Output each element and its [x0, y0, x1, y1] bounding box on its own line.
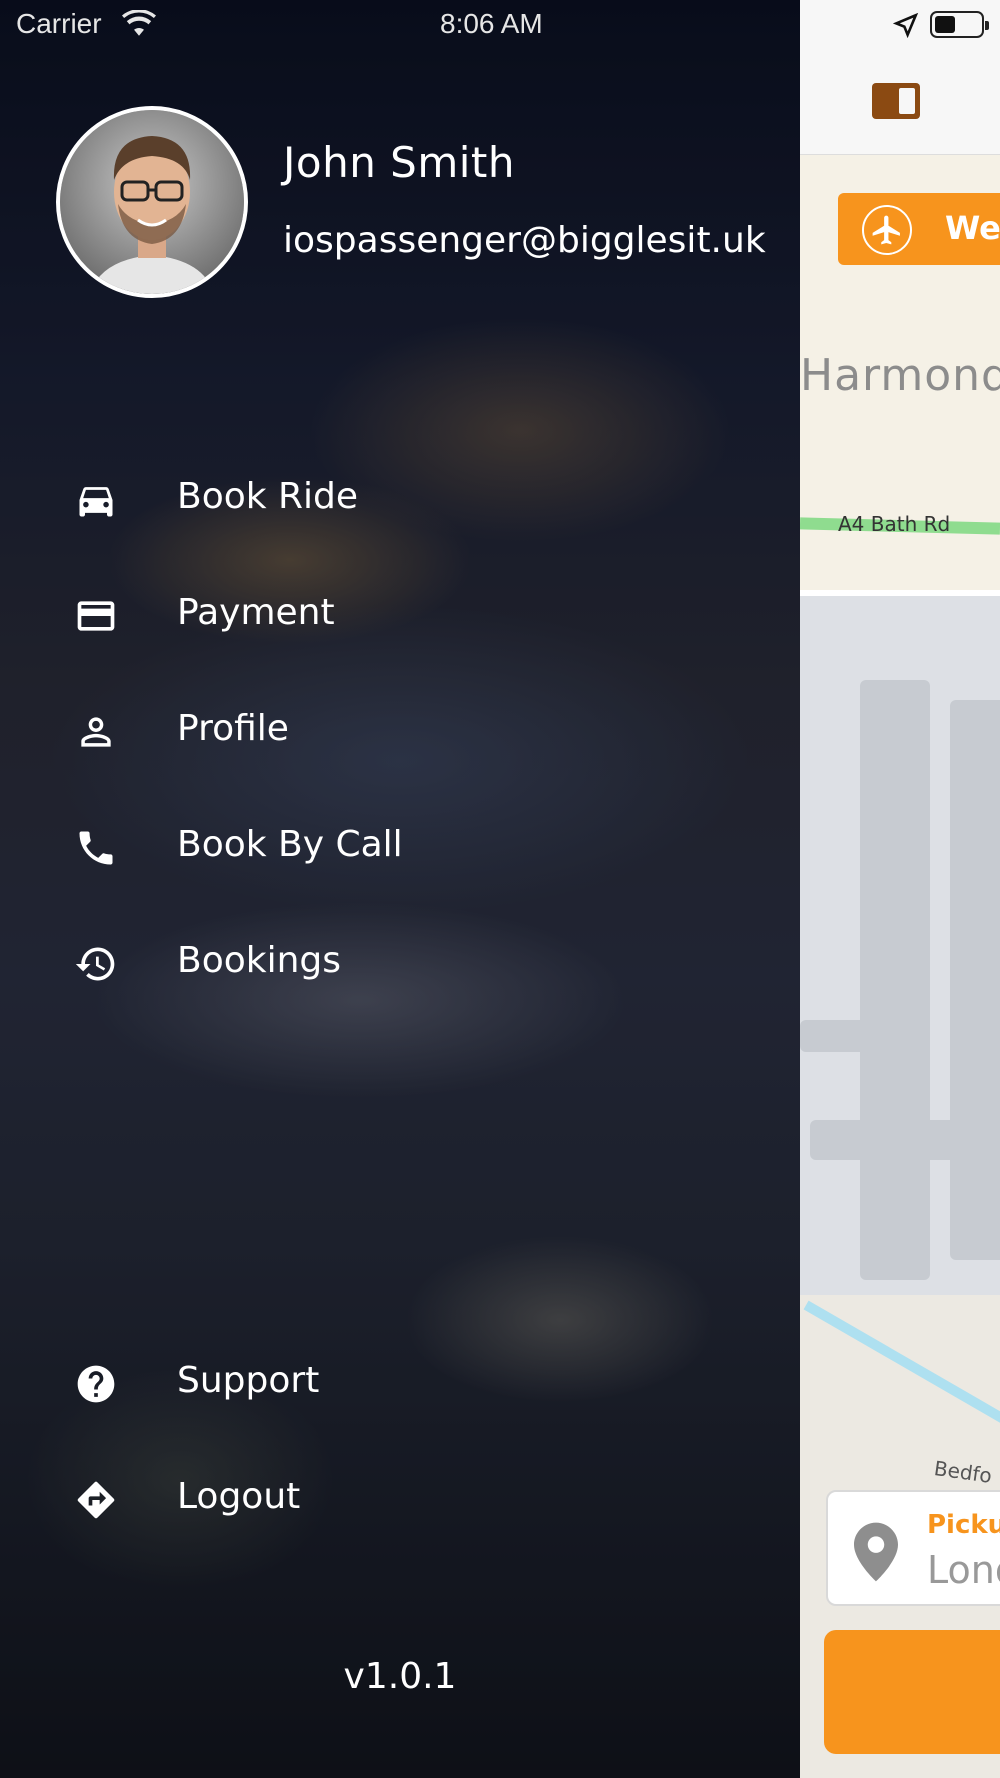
battery-icon: [930, 11, 989, 38]
menu-item-support[interactable]: Support: [0, 1334, 800, 1434]
menu-label: Book By Call: [177, 824, 403, 865]
help-circle-icon: [74, 1362, 118, 1406]
menu-item-payment[interactable]: Payment: [0, 566, 800, 666]
menu-item-logout[interactable]: Logout: [0, 1450, 800, 1550]
map-road: [800, 590, 1000, 596]
map-taxiway: [810, 1120, 990, 1160]
history-icon: [74, 942, 118, 986]
car-icon: [74, 478, 118, 522]
menu-item-book-by-call[interactable]: Book By Call: [0, 798, 800, 898]
avatar[interactable]: [56, 106, 248, 298]
wifi-icon: [122, 9, 156, 43]
status-bar: Carrier 8:06 AM: [0, 0, 1000, 50]
profile-name: John Smith: [283, 138, 516, 187]
menu-toggle-icon[interactable]: [871, 82, 921, 120]
status-time: 8:06 AM: [440, 8, 543, 39]
map-taxiway: [800, 1020, 920, 1052]
person-icon: [74, 710, 118, 754]
app-version: v1.0.1: [343, 1656, 457, 1697]
map-road-label: A4 Bath Rd: [838, 512, 951, 536]
menu-label: Book Ride: [177, 476, 359, 517]
map-view[interactable]: Harmonds A4 Bath Rd Bedfo We Pickup Lond: [800, 0, 1000, 1778]
pickup-label: Pickup: [927, 1510, 1000, 1540]
directions-icon: [74, 1478, 118, 1522]
menu-label: Support: [177, 1360, 320, 1401]
confirm-pickup-button[interactable]: [824, 1630, 1000, 1754]
menu-item-book-ride[interactable]: Book Ride: [0, 450, 800, 550]
pickup-value: Lond: [927, 1548, 1000, 1592]
map-place-label: Harmonds: [800, 350, 1000, 401]
profile-email: iospassenger@bigglesit.uk: [283, 220, 766, 261]
carrier-label: Carrier: [16, 8, 102, 39]
credit-card-icon: [74, 594, 118, 638]
location-pin-icon: [854, 1522, 898, 1582]
airplane-icon: [862, 205, 912, 255]
airport-button[interactable]: We: [838, 193, 1000, 265]
map-runway: [860, 680, 930, 1280]
menu-label: Bookings: [177, 940, 342, 981]
pickup-location-field[interactable]: Pickup Lond: [826, 1490, 1000, 1606]
avatar-photo: [60, 110, 244, 294]
menu-label: Payment: [177, 592, 335, 633]
phone-icon: [74, 826, 118, 870]
menu-label: Logout: [177, 1476, 301, 1517]
menu-label: Profile: [177, 708, 289, 749]
menu-item-bookings[interactable]: Bookings: [0, 914, 800, 1014]
location-arrow-icon: [892, 12, 919, 45]
airport-button-label: We: [945, 209, 1000, 247]
menu-item-profile[interactable]: Profile: [0, 682, 800, 782]
map-runway: [950, 700, 1000, 1260]
side-drawer: John Smith iospassenger@bigglesit.uk Boo…: [0, 0, 800, 1778]
